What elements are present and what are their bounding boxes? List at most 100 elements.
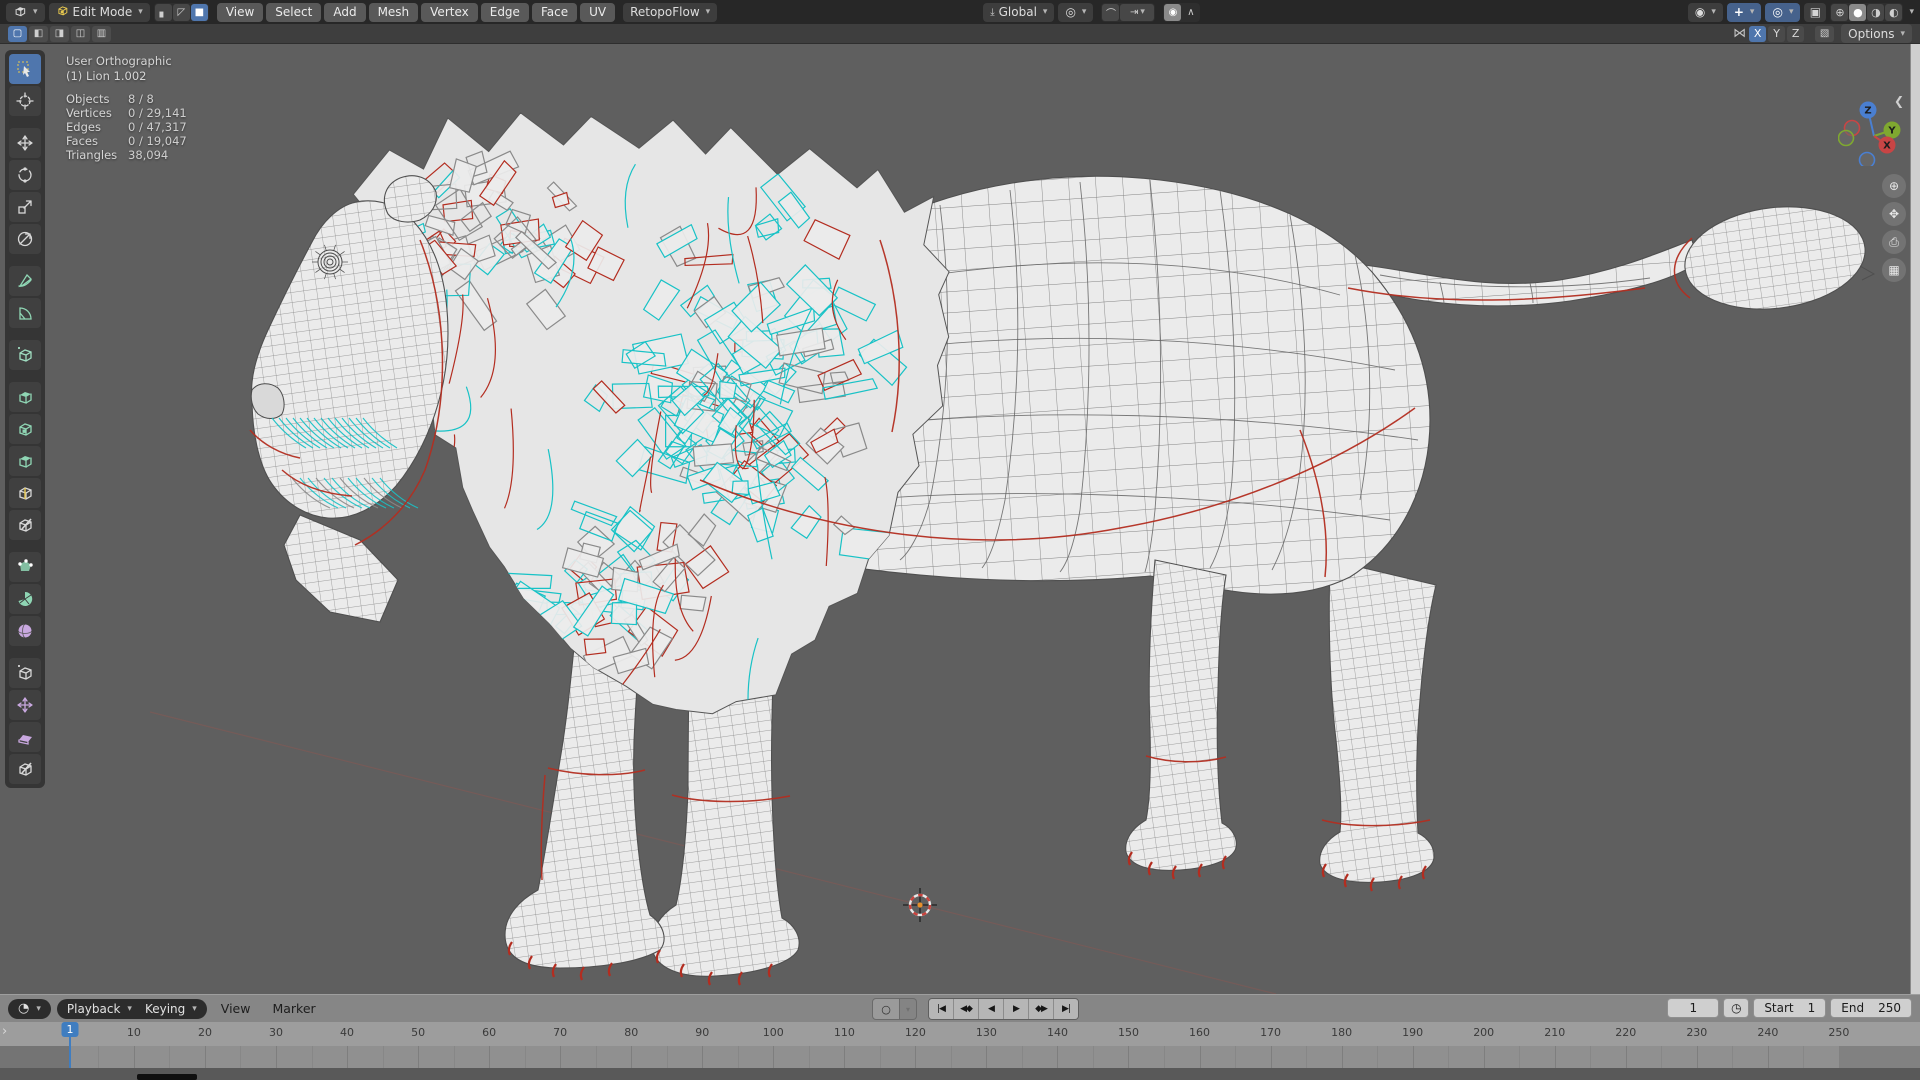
magnet-icon[interactable]: ⌒ — [1102, 3, 1120, 21]
tool-extrude-region[interactable] — [9, 382, 41, 412]
pivot-point-dropdown[interactable]: ◎ ▾ — [1058, 2, 1094, 22]
blender-window: { "topbar": { "editor_type_icon": "3d-vi… — [0, 0, 1920, 1080]
playback-menu[interactable]: Playback — [67, 1002, 121, 1016]
menu-add[interactable]: Add — [324, 2, 366, 22]
current-frame-field[interactable]: 1 — [1667, 998, 1720, 1018]
transform-orientation-dropdown[interactable]: ⤓ Global ▾ — [983, 2, 1055, 22]
camera-view-button[interactable]: ⎙ — [1882, 230, 1906, 254]
face-select-icon[interactable]: ■ — [190, 3, 208, 21]
menu-uv[interactable]: UV — [580, 2, 616, 22]
tool-spin[interactable] — [9, 584, 41, 614]
frame-start-field[interactable]: Start 1 — [1753, 998, 1827, 1018]
menu-mesh[interactable]: Mesh — [368, 2, 419, 22]
vertex-select-icon[interactable]: ▖ — [154, 3, 172, 21]
stat-row: Edges 0 / 47,317 — [66, 120, 187, 134]
frame-end-field[interactable]: End 250 — [1830, 998, 1912, 1018]
mirror-z-button[interactable]: Z — [1787, 25, 1805, 42]
pan-button[interactable]: ✥ — [1882, 202, 1906, 226]
tool-bevel[interactable] — [9, 446, 41, 476]
mode-label: Edit Mode — [72, 5, 133, 19]
menu-select[interactable]: Select — [266, 2, 322, 22]
ruler-tick: 240 — [1757, 1026, 1779, 1039]
rendered-shading-icon[interactable]: ◐ — [1885, 3, 1903, 21]
mode-set-icon[interactable]: ▢ — [8, 25, 27, 42]
menu-view[interactable]: View — [216, 2, 264, 22]
mode-invert-icon[interactable]: ◫ — [71, 25, 90, 42]
lion-wireframe-model[interactable] — [0, 44, 1920, 994]
tool-poly-build[interactable] — [9, 552, 41, 582]
options-dropdown[interactable]: Options ▾ — [1841, 24, 1912, 43]
mode-subtract-icon[interactable]: ◨ — [50, 25, 69, 42]
region-expand-arrow[interactable]: › — [2, 1024, 7, 1039]
show-gizmos-dropdown[interactable]: + ▾ — [1726, 2, 1762, 22]
tool-move[interactable] — [9, 128, 41, 158]
snap-target-dropdown[interactable]: ⇥ ▾ — [1120, 3, 1155, 21]
solid-shading-icon[interactable]: ● — [1849, 3, 1867, 21]
marker-menu[interactable]: Marker — [264, 1001, 323, 1016]
navigation-gizmo[interactable]: Z YX — [1838, 100, 1908, 166]
auto-keying-record-button[interactable]: ○ — [872, 998, 900, 1020]
tool-smooth[interactable] — [9, 616, 41, 646]
tool-options-icon[interactable]: ▧ — [1815, 25, 1835, 42]
edge-select-icon[interactable]: ◸ — [172, 3, 190, 21]
timeline-ruler[interactable]: 10 20 30 40 50 60 70 80 90 100 110 120 130 140 150 160 1… — [0, 1022, 1920, 1046]
tool-inset-faces[interactable] — [9, 414, 41, 444]
timeline-editor-type[interactable]: ◔ ▾ — [8, 998, 51, 1019]
falloff-curve-icon[interactable]: ∧ — [1182, 4, 1199, 21]
tool-annotate[interactable] — [9, 266, 41, 296]
tool-rip-region[interactable] — [9, 754, 41, 784]
play-reverse-button[interactable]: ◀ — [979, 999, 1004, 1019]
right-region-strip[interactable] — [1910, 44, 1920, 994]
show-overlays-dropdown[interactable]: ◉ ▾ — [1687, 2, 1723, 22]
tool-rotate[interactable] — [9, 160, 41, 190]
play-button[interactable]: ▶ — [1004, 999, 1029, 1019]
menu-vertex[interactable]: Vertex — [421, 2, 478, 22]
toggle-xray-button[interactable]: ▣ — [1804, 2, 1827, 22]
wireframe-shading-icon[interactable]: ⊕ — [1831, 3, 1849, 21]
mode-extend-icon[interactable]: ◧ — [29, 25, 48, 42]
mirror-x-button[interactable]: X — [1749, 25, 1767, 42]
jump-to-start-button[interactable]: |◀ — [929, 999, 954, 1019]
tool-scale[interactable] — [9, 192, 41, 222]
overlays-dropdown[interactable]: ◎ ▾ — [1765, 2, 1801, 22]
tool-loop-cut[interactable] — [9, 478, 41, 508]
poly-build-icon — [18, 559, 33, 571]
zoom-button[interactable]: ⊕ — [1882, 174, 1906, 198]
3d-viewport[interactable]: User Orthographic (1) Lion 1.002 Objects… — [0, 44, 1920, 994]
editor-type-selector[interactable]: ▾ — [6, 2, 45, 22]
chevron-down-icon: ▾ — [1749, 7, 1755, 17]
tool-shrink-fatten[interactable] — [9, 690, 41, 720]
tool-cursor[interactable] — [9, 86, 41, 116]
sidebar-toggle-arrow[interactable]: ❮ — [1894, 94, 1904, 108]
jump-to-end-button[interactable]: ▶| — [1054, 999, 1078, 1019]
prev-keyframe-button[interactable]: ◀◆ — [954, 999, 979, 1019]
mode-selector[interactable]: Edit Mode ▾ — [48, 2, 150, 22]
view-menu[interactable]: View — [213, 1001, 259, 1016]
keying-menu[interactable]: Keying — [145, 1002, 185, 1016]
material-preview-shading-icon[interactable]: ◑ — [1867, 3, 1885, 21]
tool-select-box[interactable] — [9, 54, 41, 84]
timeline-track[interactable] — [0, 1046, 1920, 1068]
tool-knife[interactable] — [9, 510, 41, 540]
tool-edge-slide[interactable] — [9, 658, 41, 688]
perspective-grid-button[interactable]: ▦ — [1882, 258, 1906, 282]
chevron-down-icon: ▾ — [1900, 28, 1905, 39]
mirror-y-button[interactable]: Y — [1768, 25, 1786, 42]
measure-icon — [19, 307, 32, 320]
current-frame-badge[interactable]: 1 — [61, 1022, 79, 1037]
menu-edge[interactable]: Edge — [480, 2, 529, 22]
3d-viewport-editor-icon — [13, 4, 27, 21]
record-options-dropdown[interactable]: ▾ — [900, 998, 917, 1020]
menu-face[interactable]: Face — [531, 2, 578, 22]
toolbar — [5, 50, 45, 788]
timeline-scrollbar[interactable] — [0, 1068, 1920, 1080]
tool-add-cube[interactable] — [9, 340, 41, 370]
use-preview-range-button[interactable]: ◷ — [1723, 998, 1750, 1018]
retopoflow-menu[interactable]: RetopoFlow ▾ — [623, 2, 718, 22]
tool-transform[interactable] — [9, 224, 41, 254]
next-keyframe-button[interactable]: ◆▶ — [1029, 999, 1054, 1019]
proportional-editing-icon[interactable]: ◉ — [1164, 3, 1182, 21]
tool-shear[interactable] — [9, 722, 41, 752]
mode-intersect-icon[interactable]: ▥ — [92, 25, 111, 42]
tool-measure[interactable] — [9, 298, 41, 328]
